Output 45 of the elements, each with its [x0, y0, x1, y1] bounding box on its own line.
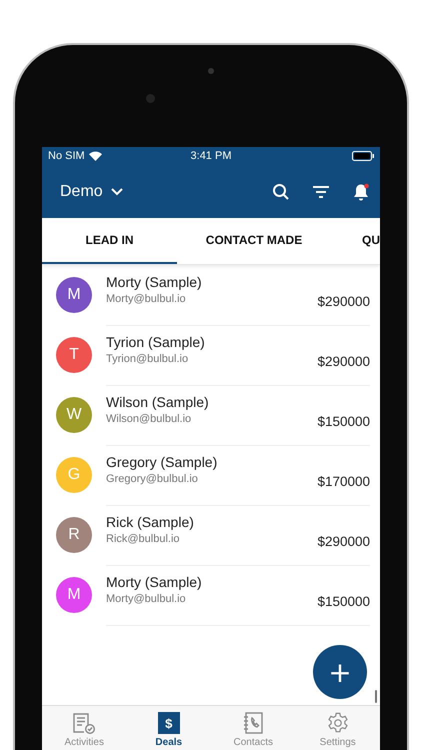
clock-label: 3:41 PM — [190, 150, 232, 162]
filter-button[interactable] — [312, 184, 330, 198]
battery-icon — [352, 151, 374, 161]
avatar: R — [56, 517, 92, 553]
deal-email: Morty@bulbul.io — [106, 293, 187, 305]
deal-name[interactable]: Rick (Sample) — [106, 514, 318, 530]
deal-amount: $290000 — [317, 534, 370, 549]
deal-name[interactable]: Gregory (Sample) — [106, 454, 318, 470]
avatar: W — [56, 397, 92, 433]
checklist-icon — [72, 712, 96, 734]
phone-book-icon — [242, 712, 264, 734]
deal-email: Tyrion@bulbul.io — [106, 353, 190, 365]
deal-name[interactable]: Tyrion (Sample) — [106, 334, 318, 350]
avatar: M — [56, 277, 92, 313]
deal-name[interactable]: Morty (Sample) — [106, 274, 318, 290]
stage-tab[interactable]: QU — [331, 218, 380, 264]
wifi-icon — [88, 151, 102, 161]
deal-amount: $150000 — [317, 414, 370, 429]
camera-icon — [208, 68, 214, 74]
deal-name[interactable]: Wilson (Sample) — [106, 394, 318, 410]
workspace-title: Demo — [60, 182, 103, 200]
deal-name[interactable]: Morty (Sample) — [106, 574, 318, 590]
chevron-down-icon[interactable] — [110, 188, 123, 196]
scrollbar — [375, 690, 377, 703]
deal-email: Rick@bulbul.io — [106, 533, 181, 545]
search-button[interactable] — [272, 182, 290, 200]
sensor-icon — [146, 94, 155, 103]
avatar: M — [56, 577, 92, 613]
nav-tab[interactable]: $ Deals — [126, 706, 211, 750]
deal-amount: $290000 — [317, 294, 370, 309]
carrier-label: No SIM — [48, 150, 85, 162]
deal-amount: $290000 — [317, 354, 370, 369]
notifications-button[interactable] — [352, 182, 370, 200]
add-button[interactable]: + — [313, 645, 367, 699]
deal-email: Morty@bulbul.io — [106, 593, 187, 605]
deal-email: Wilson@bulbul.io — [106, 413, 192, 425]
avatar: G — [56, 457, 92, 493]
deal-email: Gregory@bulbul.io — [106, 473, 199, 485]
gear-icon — [326, 712, 349, 734]
deal-amount: $150000 — [317, 594, 370, 609]
avatar: T — [56, 337, 92, 373]
stage-tab[interactable]: LEAD IN — [42, 218, 177, 264]
stage-tab[interactable]: CONTACT MADE — [177, 218, 331, 264]
deal-amount: $170000 — [317, 474, 370, 489]
dollar-icon: $ — [158, 712, 180, 734]
